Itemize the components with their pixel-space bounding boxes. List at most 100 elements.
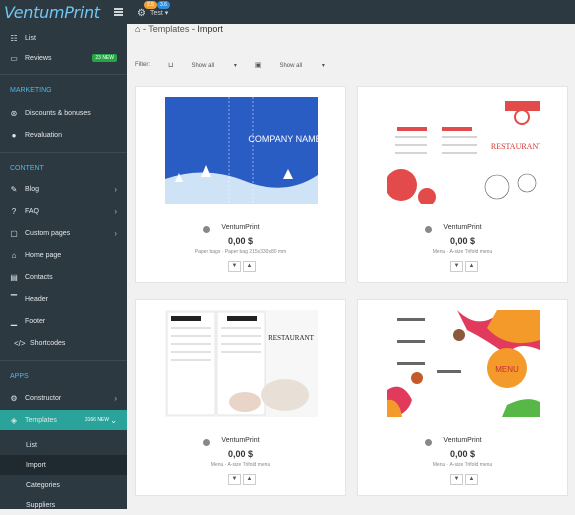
menu-preview: RESTAURANT bbox=[387, 97, 540, 204]
sidebar-item-constructor[interactable]: ⚙ Constructor › bbox=[0, 388, 127, 408]
sidebar-item-label: Contacts bbox=[25, 273, 53, 281]
gear-icon[interactable]: ⚙ bbox=[137, 8, 146, 19]
sidebar-item-footer[interactable]: ▁ Footer bbox=[0, 311, 127, 331]
card-actions: ▼ ▲ bbox=[450, 474, 480, 485]
template-card[interactable]: MENU VentumPrint 0,00 $ Menu · A-size Tr… bbox=[357, 299, 568, 496]
sidebar-item-faq[interactable]: ? FAQ › bbox=[0, 201, 127, 221]
thumbs-up-icon[interactable]: ▲ bbox=[465, 261, 478, 272]
chevron-right-icon: › bbox=[114, 228, 117, 238]
supplier-name: VentumPrint bbox=[221, 224, 260, 231]
thumbs-up-icon[interactable]: ▲ bbox=[465, 474, 478, 485]
sidebar-item-list[interactable]: ☷ List bbox=[0, 28, 127, 48]
revaluation-icon: ● bbox=[11, 130, 17, 140]
bag-company-text: COMPANY NAME bbox=[248, 134, 318, 144]
template-thumbnail[interactable]: COMPANY NAME bbox=[165, 97, 318, 204]
footer-icon: ▁ bbox=[10, 316, 18, 326]
thumbs-down-icon[interactable]: ▼ bbox=[228, 261, 241, 272]
sidebar-item-header[interactable]: ▔ Header bbox=[0, 289, 127, 309]
sidebar-item-label: Shortcodes bbox=[30, 339, 66, 347]
sidebar-item-label: Revaluation bbox=[25, 131, 62, 139]
template-card[interactable]: COMPANY NAME VentumPrint 0,00 $ Paper ba… bbox=[135, 86, 346, 283]
price: 0,00 $ bbox=[227, 449, 254, 459]
logo-bar: VentumPrint bbox=[0, 0, 127, 24]
sidebar-item-label: Templates bbox=[25, 416, 57, 424]
new-badge: 3166 NEW bbox=[84, 417, 109, 423]
product: A-size Trifold menu bbox=[227, 462, 271, 468]
thumbs-down-icon[interactable]: ▼ bbox=[450, 261, 463, 272]
sidebar-item-label: Footer bbox=[25, 317, 46, 325]
sidebar-subitem-suppliers[interactable]: Suppliers bbox=[0, 495, 127, 515]
card-actions: ▼ ▲ bbox=[450, 261, 480, 272]
menu-toggle-icon[interactable] bbox=[114, 8, 123, 16]
sidebar-item-label: Discounts & bonuses bbox=[25, 109, 91, 117]
sidebar-item-shortcodes[interactable]: </> Shortcodes bbox=[0, 333, 127, 353]
card-meta: Menu · A-size Trifold menu bbox=[210, 462, 271, 468]
sidebar-subitem-label: Categories bbox=[26, 481, 60, 489]
sidebar-item-label: Home page bbox=[25, 251, 62, 259]
sidebar-item-label: Custom pages bbox=[25, 229, 71, 237]
user-menu[interactable]: Test ▾ bbox=[150, 9, 168, 17]
image-icon: ▣ bbox=[254, 62, 262, 69]
sidebar-item-discounts[interactable]: ⊛ Discounts & bonuses bbox=[0, 103, 127, 123]
sidebar-subitem-list[interactable]: List bbox=[0, 435, 127, 455]
card-actions: ▼ ▲ bbox=[228, 474, 258, 485]
version-badge[interactable]: 3.6 bbox=[157, 1, 170, 9]
sidebar-item-custom-pages[interactable]: ▢ Custom pages › bbox=[0, 223, 127, 243]
template-thumbnail[interactable]: MENU bbox=[387, 310, 540, 417]
paper-bag-preview: COMPANY NAME bbox=[165, 97, 318, 204]
filter-dropdown-1[interactable]: ⊔ Show all ▾ bbox=[168, 61, 237, 69]
sidebar-item-revaluation[interactable]: ● Revaluation bbox=[0, 125, 127, 145]
tray-icon: ⊔ bbox=[168, 62, 174, 69]
sidebar-item-home-page[interactable]: ⌂ Home page bbox=[0, 245, 127, 265]
list-icon: ☷ bbox=[10, 33, 18, 43]
restaurant-title-text: RESTAURANT bbox=[491, 142, 540, 151]
sidebar-item-reviews[interactable]: ▭ Reviews 23 NEW bbox=[0, 48, 127, 68]
sidebar-subitem-label: Import bbox=[26, 461, 46, 469]
templates-icon: ◈ bbox=[10, 415, 18, 425]
sidebar-item-label: List bbox=[25, 34, 36, 42]
product: A-size Trifold menu bbox=[449, 249, 493, 255]
header-icon: ▔ bbox=[10, 294, 18, 304]
divider bbox=[0, 360, 127, 361]
category: Menu bbox=[210, 462, 224, 468]
sidebar-item-label: FAQ bbox=[25, 207, 40, 215]
sidebar-subitem-import[interactable]: Import bbox=[0, 455, 127, 475]
sidebar-item-templates[interactable]: ◈ Templates 3166 NEW ⌄ bbox=[0, 410, 127, 430]
filter-bar: Filter: ⊔ Show all ▾ ▣ Show all ▾ bbox=[135, 56, 575, 74]
template-thumbnail[interactable]: RESTAURANT bbox=[387, 97, 540, 204]
main-content: ⌂ - Templates - Import Filter: ⊔ Show all… bbox=[127, 24, 575, 509]
product: Paper bag 215x330x80 mm bbox=[224, 249, 287, 255]
template-card[interactable]: RESTAURANT VentumPrint 0,00 $ Menu · A-s… bbox=[357, 86, 568, 283]
section-content: CONTENT bbox=[10, 165, 44, 172]
category: Paper bags bbox=[194, 249, 221, 255]
restaurant-title-text: RESTAURANT bbox=[268, 334, 314, 342]
discount-icon: ⊛ bbox=[10, 108, 18, 118]
thumbs-up-icon[interactable]: ▲ bbox=[243, 474, 256, 485]
filter-value: Show all bbox=[279, 63, 303, 69]
thumbs-down-icon[interactable]: ▼ bbox=[228, 474, 241, 485]
sidebar-subitem-categories[interactable]: Categories bbox=[0, 475, 127, 495]
app-logo[interactable]: VentumPrint bbox=[4, 3, 100, 22]
sidebar-item-blog[interactable]: ✎ Blog › bbox=[0, 179, 127, 199]
breadcrumb-templates[interactable]: Templates bbox=[148, 24, 189, 34]
template-thumbnail[interactable]: RESTAURANT bbox=[165, 310, 318, 417]
reviews-icon: ▭ bbox=[10, 53, 18, 63]
thumbs-down-icon[interactable]: ▼ bbox=[450, 474, 463, 485]
divider bbox=[0, 152, 127, 153]
template-card[interactable]: RESTAURANT VentumPrint 0,00 $ Menu · A-s… bbox=[135, 299, 346, 496]
sidebar-item-contacts[interactable]: ▤ Contacts bbox=[0, 267, 127, 287]
breadcrumb-import: Import bbox=[197, 24, 223, 34]
sidebar-item-label: Reviews bbox=[25, 54, 52, 62]
filter-dropdown-2[interactable]: ▣ Show all ▾ bbox=[255, 61, 325, 69]
breadcrumb-separator: - bbox=[191, 24, 195, 34]
card-meta: Paper bags · Paper bag 215x330x80 mm bbox=[194, 249, 287, 255]
thumbs-up-icon[interactable]: ▲ bbox=[243, 261, 256, 272]
menu-preview: RESTAURANT bbox=[165, 310, 318, 417]
filter-label: Filter: bbox=[135, 62, 150, 68]
supplier-name: VentumPrint bbox=[221, 437, 260, 444]
blog-icon: ✎ bbox=[10, 184, 18, 194]
sidebar-subitem-label: List bbox=[26, 441, 37, 449]
filter-value: Show all bbox=[191, 63, 215, 69]
price: 0,00 $ bbox=[227, 236, 254, 246]
home-icon[interactable]: ⌂ bbox=[135, 24, 140, 34]
